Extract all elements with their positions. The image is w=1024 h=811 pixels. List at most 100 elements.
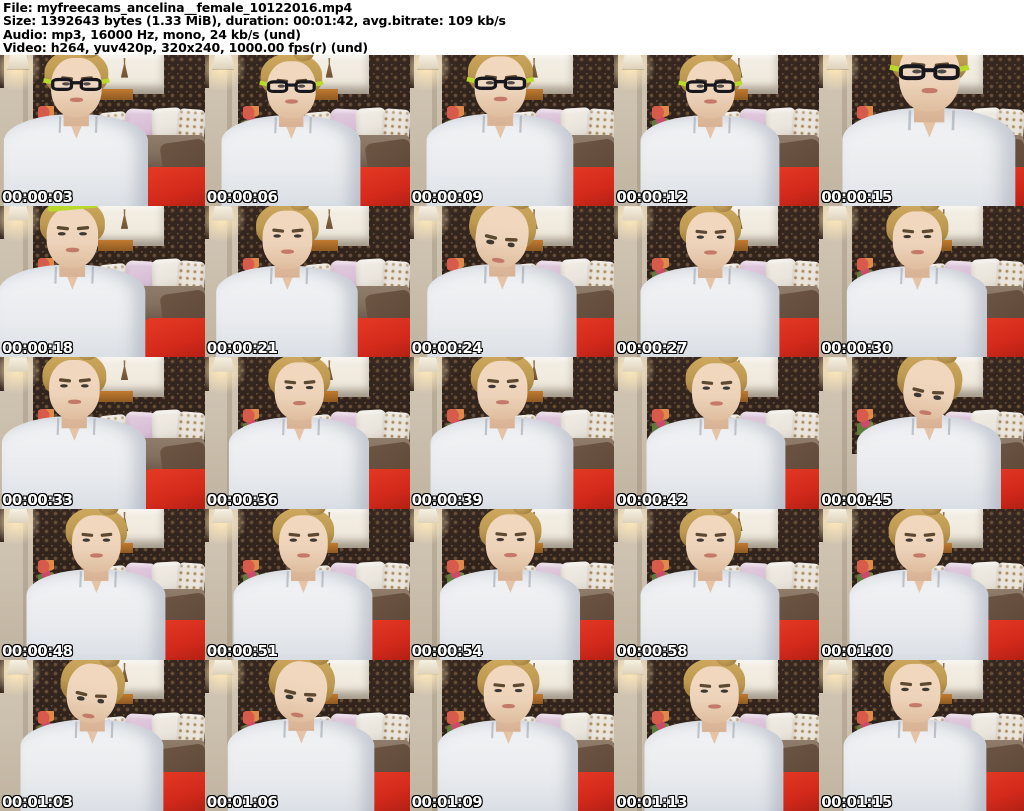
thumbnail-frame: 00:00:51 bbox=[204, 508, 410, 660]
eyebrow bbox=[921, 229, 934, 234]
person bbox=[819, 357, 1024, 509]
thumbnail-frame: 00:01:03 bbox=[0, 659, 205, 811]
webcam-scene bbox=[614, 55, 820, 207]
eyebrow bbox=[714, 532, 727, 537]
mouth bbox=[292, 401, 306, 406]
eye bbox=[496, 537, 504, 542]
person bbox=[410, 508, 615, 660]
webcam-scene bbox=[204, 357, 410, 509]
mouth bbox=[708, 704, 721, 709]
head bbox=[678, 55, 744, 119]
eye bbox=[717, 538, 725, 542]
head bbox=[476, 659, 540, 723]
glasses-arm bbox=[889, 64, 900, 73]
mouth bbox=[704, 553, 717, 558]
mouth bbox=[710, 402, 723, 407]
webcam-scene bbox=[409, 55, 615, 207]
eyebrow bbox=[492, 682, 505, 688]
glasses-lens bbox=[51, 78, 73, 92]
eye bbox=[697, 538, 705, 542]
eyebrow bbox=[307, 532, 319, 537]
eye bbox=[309, 538, 317, 542]
eyebrow bbox=[95, 693, 108, 697]
head bbox=[683, 659, 746, 724]
person bbox=[205, 357, 409, 509]
person bbox=[205, 508, 410, 660]
head bbox=[883, 659, 948, 723]
face-features bbox=[894, 55, 964, 112]
thumbnail-frame: 00:00:27 bbox=[614, 206, 820, 358]
eyebrow bbox=[76, 689, 89, 696]
glasses-arm bbox=[258, 80, 268, 87]
thumbnail-frame: 00:00:42 bbox=[614, 357, 820, 509]
webcam-scene bbox=[819, 357, 1024, 509]
thumbnail-frame: 00:01:06 bbox=[204, 659, 410, 811]
mouth bbox=[704, 99, 717, 104]
head bbox=[65, 508, 128, 573]
video-info-line: Video: h264, yuv420p, 320x240, 1000.00 f… bbox=[3, 40, 368, 56]
timestamp-label: 00:00:24 bbox=[411, 339, 483, 358]
mouth bbox=[296, 553, 310, 558]
webcam-scene bbox=[0, 508, 205, 660]
thumbnail-grid: 00:00:03 00:00:06 00:00:09 00:00:12 00:0… bbox=[0, 55, 1024, 811]
mouth bbox=[495, 400, 509, 405]
timestamp-label: 00:01:03 bbox=[2, 792, 73, 811]
eye bbox=[934, 395, 943, 401]
eyebrow bbox=[919, 681, 932, 686]
person bbox=[205, 206, 398, 358]
person bbox=[0, 659, 204, 811]
eyebrow bbox=[899, 681, 912, 686]
eyebrow bbox=[932, 390, 945, 394]
eyebrow bbox=[718, 683, 731, 688]
head bbox=[258, 55, 324, 119]
head bbox=[895, 357, 967, 424]
mouth bbox=[919, 409, 933, 416]
face-features bbox=[58, 663, 125, 736]
person bbox=[205, 659, 410, 811]
glasses-lens bbox=[934, 64, 960, 81]
eyebrow bbox=[284, 687, 297, 694]
webcam-scene bbox=[409, 357, 615, 509]
thumbnail-frame: 00:00:18 bbox=[0, 206, 205, 358]
webcam-scene bbox=[614, 508, 820, 660]
mouth bbox=[503, 553, 517, 557]
timestamp-label: 00:00:51 bbox=[206, 641, 278, 660]
person bbox=[614, 206, 819, 358]
timestamp-label: 00:00:03 bbox=[2, 188, 73, 207]
eyebrow bbox=[902, 229, 914, 234]
timestamp-label: 00:01:15 bbox=[821, 792, 892, 811]
person bbox=[0, 55, 189, 207]
eyebrow bbox=[484, 232, 498, 239]
webcam-scene bbox=[0, 55, 205, 207]
eyebrow bbox=[701, 381, 713, 386]
eye bbox=[925, 538, 934, 542]
person bbox=[614, 357, 819, 509]
timestamp-label: 00:00:58 bbox=[616, 641, 688, 660]
webcam-scene bbox=[0, 206, 205, 358]
mouth bbox=[69, 98, 83, 103]
glasses-bridge bbox=[495, 79, 505, 84]
webcam-scene bbox=[409, 508, 615, 660]
eye bbox=[723, 386, 731, 391]
thumbnail-frame: 00:01:15 bbox=[819, 659, 1024, 811]
thumbnail-frame: 00:00:58 bbox=[614, 508, 820, 660]
face-features bbox=[271, 357, 328, 420]
head bbox=[58, 659, 129, 726]
timestamp-label: 00:00:09 bbox=[411, 188, 483, 207]
glasses-lens bbox=[714, 80, 736, 94]
face-features bbox=[889, 206, 946, 269]
eyebrow bbox=[913, 386, 926, 393]
glasses-arm bbox=[678, 80, 687, 87]
eyeglasses bbox=[258, 80, 324, 94]
eyebrow bbox=[81, 532, 93, 537]
timestamp-label: 00:01:06 bbox=[206, 792, 278, 811]
face-features bbox=[687, 660, 743, 723]
face-features bbox=[891, 509, 947, 572]
eye bbox=[903, 235, 912, 239]
mouth bbox=[65, 248, 79, 253]
face-features bbox=[258, 206, 315, 269]
face-features bbox=[275, 509, 331, 572]
head bbox=[42, 357, 107, 420]
webcam-scene bbox=[204, 659, 410, 811]
person bbox=[614, 55, 819, 207]
